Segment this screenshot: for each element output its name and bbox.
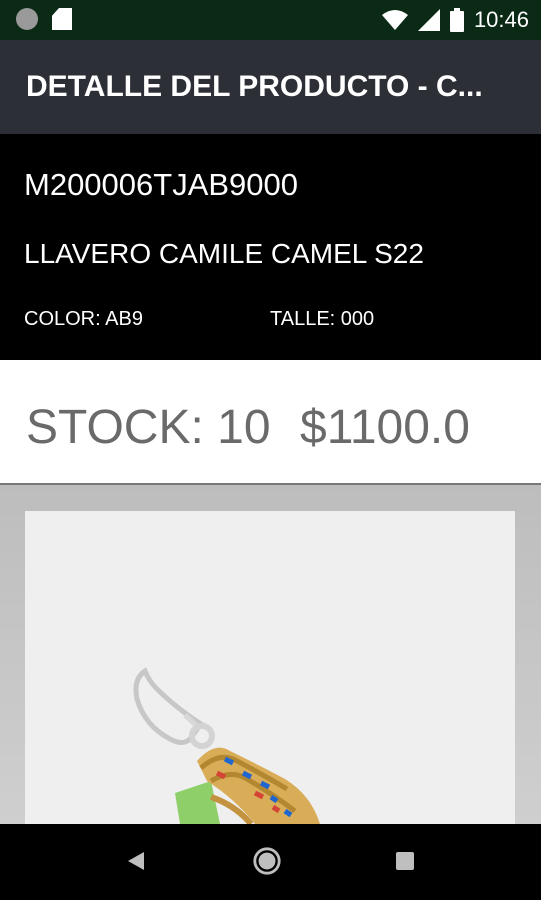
home-button[interactable] <box>252 846 282 876</box>
home-icon <box>253 847 281 875</box>
product-sku: M200006TJAB9000 <box>24 167 299 202</box>
product-photo <box>25 511 515 824</box>
nav-bar <box>0 824 541 900</box>
wifi-icon <box>381 10 408 30</box>
status-time: 10:46 <box>473 7 529 32</box>
stock-price-row: STOCK: 10 $1100.0 <box>0 360 541 485</box>
product-color: COLOR: AB9 <box>24 308 143 330</box>
product-name: LLAVERO CAMILE CAMEL S22 <box>24 238 424 269</box>
app-title: DETALLE DEL PRODUCTO - C... <box>26 70 483 103</box>
product-price: $1100.0 <box>300 401 470 454</box>
app-bar: DETALLE DEL PRODUCTO - C... <box>0 40 541 134</box>
battery-icon <box>449 8 464 32</box>
product-image-area <box>0 485 541 824</box>
recent-apps-button[interactable] <box>390 846 420 876</box>
recent-apps-icon <box>396 852 414 870</box>
status-left-icons <box>16 8 72 30</box>
keychain-illustration <box>133 667 320 824</box>
notification-dot-icon <box>16 8 38 30</box>
product-header: M200006TJAB9000 LLAVERO CAMILE CAMEL S22… <box>0 134 541 360</box>
back-icon <box>128 852 144 870</box>
back-button[interactable] <box>120 846 150 876</box>
cell-signal-icon <box>417 9 440 31</box>
product-stock: STOCK: 10 <box>26 401 271 454</box>
sd-card-icon <box>52 8 72 30</box>
status-bar: 10:46 <box>0 0 541 40</box>
product-size: TALLE: 000 <box>270 308 375 330</box>
status-right: 10:46 <box>381 7 529 33</box>
